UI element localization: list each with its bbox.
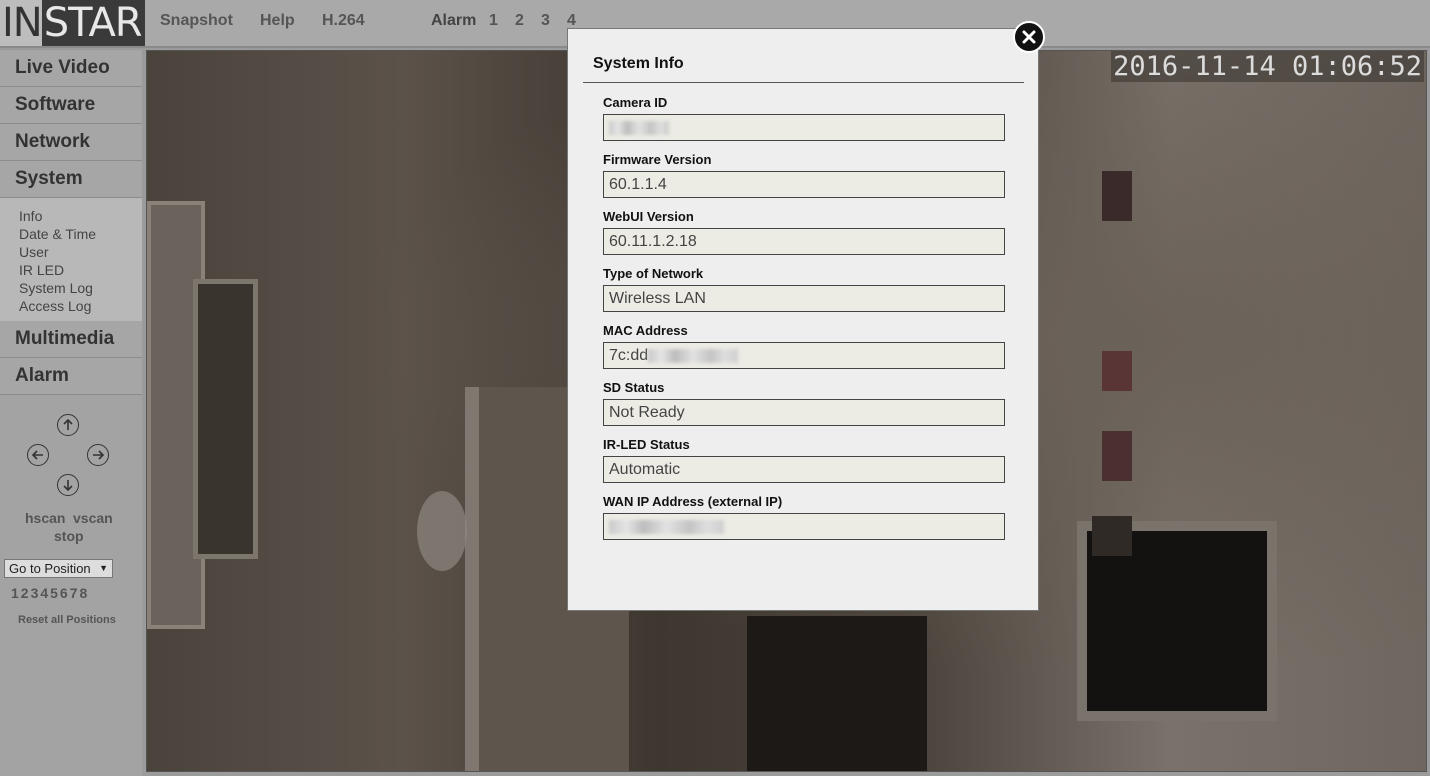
sidebar-item-network[interactable]: Network	[0, 124, 142, 161]
wan-ip-label: WAN IP Address (external IP)	[603, 494, 783, 509]
sidebar-item-system[interactable]: System	[0, 161, 142, 198]
submenu-item-system-log[interactable]: System Log	[19, 279, 142, 297]
ir-led-status-label: IR-LED Status	[603, 437, 690, 452]
sidebar: Live Video Software Network System Info …	[0, 50, 142, 776]
submenu-item-ir-led[interactable]: IR LED	[19, 261, 142, 279]
webui-version-field: 60.11.1.2.18	[603, 228, 1005, 255]
firmware-version-label: Firmware Version	[603, 152, 712, 167]
sidebar-item-alarm[interactable]: Alarm	[0, 358, 142, 395]
mac-address-label: MAC Address	[603, 323, 688, 338]
dialog-title: System Info	[593, 55, 684, 72]
snapshot-link[interactable]: Snapshot	[160, 12, 233, 30]
logo-part-star: STAR	[41, 0, 145, 46]
photo	[1092, 516, 1132, 556]
sidebar-item-live-video[interactable]: Live Video	[0, 50, 142, 87]
sidebar-item-software[interactable]: Software	[0, 87, 142, 124]
alarm-1-link[interactable]: 1	[489, 12, 498, 30]
redacted-blur	[609, 120, 669, 135]
chevron-down-icon: ▼	[99, 563, 108, 573]
video-timestamp: 2016-11-14 01:06:52	[1111, 51, 1424, 82]
alarm-2-link[interactable]: 2	[515, 12, 524, 30]
photo	[1102, 171, 1132, 221]
goto-position-label: Go to Position	[9, 561, 91, 576]
close-icon	[1022, 30, 1036, 44]
pan-left-icon[interactable]	[27, 444, 49, 466]
ir-led-status-field: Automatic	[603, 456, 1005, 483]
stop-button[interactable]: stop	[54, 528, 84, 544]
sd-status-field: Not Ready	[603, 399, 1005, 426]
submenu-item-date-time[interactable]: Date & Time	[19, 225, 142, 243]
instar-logo[interactable]: INSTAR	[0, 0, 145, 46]
position-numbers[interactable]: 12345678	[11, 585, 89, 601]
submenu-item-access-log[interactable]: Access Log	[19, 297, 142, 315]
dialog-divider	[583, 82, 1024, 83]
pan-up-icon[interactable]	[57, 414, 79, 436]
network-type-field: Wireless LAN	[603, 285, 1005, 312]
system-submenu: Info Date & Time User IR LED System Log …	[0, 198, 142, 321]
alarm-label: Alarm	[431, 12, 477, 29]
help-link[interactable]: Help	[260, 12, 295, 30]
mac-address-field: 7c:dd	[603, 342, 1005, 369]
submenu-item-info[interactable]: Info	[19, 207, 142, 225]
photo	[1102, 431, 1132, 481]
vscan-button[interactable]: vscan	[73, 510, 113, 526]
redacted-blur	[609, 519, 724, 534]
sidebar-item-multimedia[interactable]: Multimedia	[0, 321, 142, 358]
redacted-blur	[648, 348, 739, 363]
wan-ip-field	[603, 513, 1005, 540]
pan-right-icon[interactable]	[87, 444, 109, 466]
logo-part-in: IN	[0, 0, 43, 46]
camera-id-label: Camera ID	[603, 95, 668, 110]
goto-position-select[interactable]: Go to Position ▼	[4, 559, 113, 578]
reset-positions-button[interactable]: Reset all Positions	[18, 614, 116, 626]
network-type-label: Type of Network	[603, 266, 704, 281]
doorway	[747, 616, 927, 771]
close-dialog-button[interactable]	[1013, 21, 1045, 53]
hscan-button[interactable]: hscan	[25, 510, 65, 526]
photo	[1102, 351, 1132, 391]
h264-link[interactable]: H.264	[322, 12, 365, 30]
firmware-version-field: 60.1.1.4	[603, 171, 1005, 198]
mac-address-value: 7c:dd	[609, 347, 649, 364]
submenu-item-user[interactable]: User	[19, 243, 142, 261]
pan-down-icon[interactable]	[57, 474, 79, 496]
alarm-3-link[interactable]: 3	[541, 12, 550, 30]
mirror	[417, 491, 467, 571]
system-info-dialog: System Info Camera ID Firmware Version 6…	[567, 28, 1039, 611]
picture-frame	[193, 279, 258, 559]
camera-id-field	[603, 114, 1005, 141]
sd-status-label: SD Status	[603, 380, 665, 395]
webui-version-label: WebUI Version	[603, 209, 694, 224]
